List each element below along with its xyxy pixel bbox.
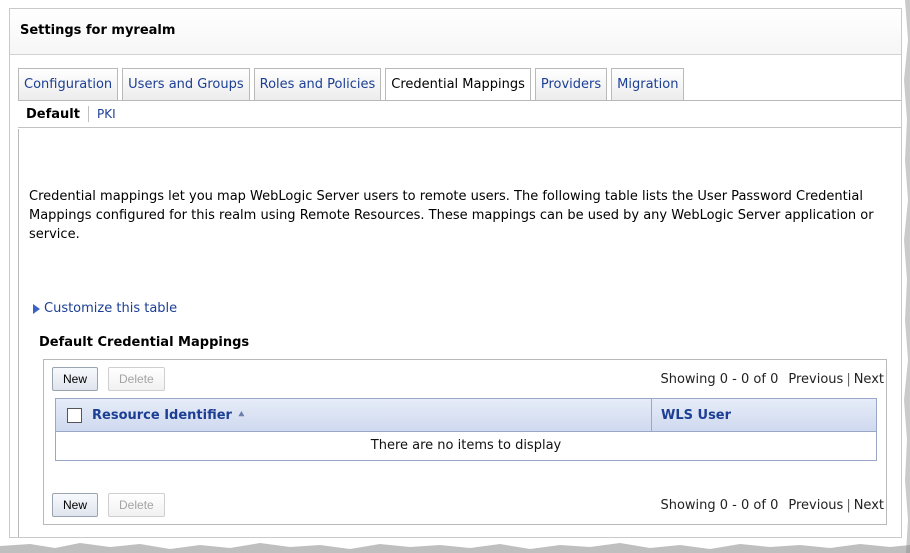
tab-configuration[interactable]: Configuration bbox=[18, 68, 119, 100]
subtab-bar: Default PKI bbox=[18, 101, 901, 128]
pagination-status: Showing 0 - 0 of 0 bbox=[660, 371, 779, 387]
previous-link-bottom[interactable]: Previous bbox=[788, 498, 843, 513]
tab-roles-and-policies[interactable]: Roles and Policies bbox=[253, 68, 382, 100]
new-button-bottom[interactable]: New bbox=[52, 493, 99, 517]
new-button[interactable]: New bbox=[52, 367, 99, 391]
tab-bar: Configuration Users and Groups Roles and… bbox=[18, 68, 901, 101]
subtab-default[interactable]: Default bbox=[26, 107, 88, 122]
table-title: Default Credential Mappings bbox=[39, 335, 250, 350]
table-toolbar-bottom: New Delete Showing 0 - 0 of 0 Previous |… bbox=[44, 486, 886, 524]
tab-migration[interactable]: Migration bbox=[611, 68, 685, 100]
select-all-cell bbox=[56, 399, 92, 431]
tab-credential-mappings[interactable]: Credential Mappings bbox=[385, 68, 531, 101]
previous-link[interactable]: Previous bbox=[788, 372, 843, 387]
page-title: Settings for myrealm bbox=[10, 9, 901, 55]
pagination: Showing 0 - 0 of 0 Previous | Next bbox=[660, 372, 884, 387]
next-link-bottom[interactable]: Next bbox=[854, 498, 884, 513]
delete-button-bottom[interactable]: Delete bbox=[108, 493, 165, 517]
pagination-separator-bottom: | bbox=[846, 497, 851, 513]
pagination-bottom: Showing 0 - 0 of 0 Previous | Next bbox=[660, 498, 884, 513]
description-text: Credential mappings let you map WebLogic… bbox=[29, 189, 874, 242]
customize-table-label: Customize this table bbox=[44, 301, 178, 316]
subtab-separator bbox=[87, 106, 89, 122]
sort-ascending-icon: ⯅ bbox=[236, 408, 246, 421]
column-header-resource-label: Resource Identifier bbox=[92, 407, 232, 423]
content-area: Credential mappings let you map WebLogic… bbox=[18, 129, 901, 537]
torn-edge-right bbox=[904, 0, 910, 553]
subtab-pki[interactable]: PKI bbox=[97, 107, 116, 121]
pagination-separator: | bbox=[846, 371, 851, 387]
settings-frame: Settings for myrealm Configuration Users… bbox=[9, 8, 902, 538]
column-header-resource-identifier[interactable]: Resource Identifier ⯅ bbox=[92, 399, 652, 431]
table-panel: New Delete Showing 0 - 0 of 0 Previous |… bbox=[43, 359, 887, 525]
delete-button[interactable]: Delete bbox=[108, 367, 165, 391]
credential-mappings-table: Resource Identifier ⯅ WLS User There are… bbox=[55, 398, 877, 461]
select-all-checkbox[interactable] bbox=[66, 407, 82, 423]
table-toolbar-top: New Delete Showing 0 - 0 of 0 Previous |… bbox=[44, 360, 886, 398]
customize-table-link[interactable]: Customize this table bbox=[33, 301, 177, 316]
column-header-wls-user[interactable]: WLS User bbox=[652, 408, 876, 423]
table-header: Resource Identifier ⯅ WLS User bbox=[56, 399, 876, 432]
expand-triangle-icon bbox=[33, 303, 40, 314]
pagination-status-bottom: Showing 0 - 0 of 0 bbox=[660, 497, 779, 513]
tab-users-and-groups[interactable]: Users and Groups bbox=[122, 68, 250, 100]
next-link[interactable]: Next bbox=[854, 372, 884, 387]
tab-providers[interactable]: Providers bbox=[534, 68, 608, 100]
torn-edge-bottom bbox=[0, 543, 910, 553]
empty-message: There are no items to display bbox=[370, 438, 562, 453]
